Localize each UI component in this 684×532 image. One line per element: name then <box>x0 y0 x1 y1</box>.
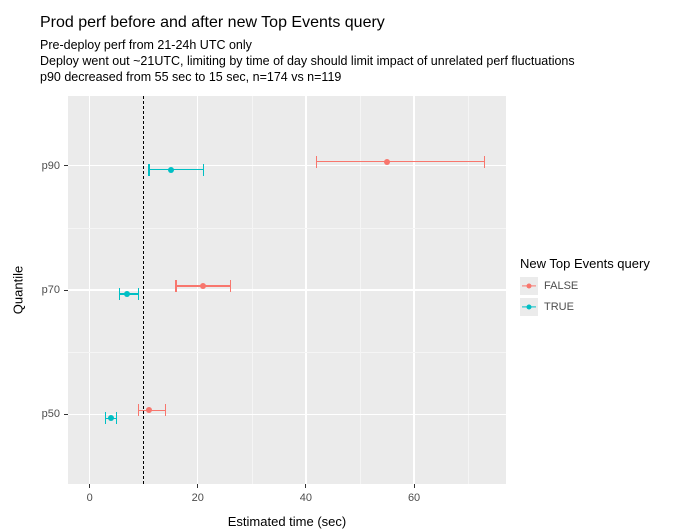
errorbar-cap <box>203 164 204 176</box>
y-tick <box>64 290 68 291</box>
errorbar-TRUE-p90 <box>149 169 203 170</box>
errorbar-cap <box>119 288 120 300</box>
legend-title: New Top Events query <box>520 256 650 271</box>
y-tick-label: p50 <box>38 408 60 420</box>
y-tick <box>64 414 68 415</box>
reference-vline <box>143 96 144 484</box>
errorbar-cap <box>175 280 176 292</box>
point-FALSE-p50 <box>146 407 152 413</box>
legend: New Top Events query FALSE TRUE <box>520 256 650 319</box>
errorbar-cap <box>105 412 106 424</box>
grid-major-h <box>68 289 506 290</box>
point-TRUE-p90 <box>168 167 174 173</box>
legend-item-false: FALSE <box>520 277 650 295</box>
y-tick <box>64 165 68 166</box>
y-tick-label: p90 <box>38 160 60 172</box>
legend-key-icon <box>520 277 538 295</box>
errorbar-cap <box>138 288 139 300</box>
errorbar-cap <box>138 404 139 416</box>
x-axis-label: Estimated time (sec) <box>228 514 346 529</box>
chart-root: Prod perf before and after new Top Event… <box>0 0 684 532</box>
errorbar-cap <box>148 164 149 176</box>
chart-subtitle-1: Pre-deploy perf from 21-24h UTC only <box>40 38 252 52</box>
x-tick-label: 40 <box>300 492 312 504</box>
errorbar-cap <box>316 156 317 168</box>
grid-major-h <box>68 414 506 415</box>
errorbar-cap <box>230 280 231 292</box>
y-axis-label: Quantile <box>11 266 26 314</box>
x-tick <box>89 484 90 488</box>
errorbar-cap <box>165 404 166 416</box>
legend-key-icon <box>520 298 538 316</box>
x-tick <box>305 484 306 488</box>
x-tick-label: 0 <box>87 492 93 504</box>
x-tick <box>197 484 198 488</box>
errorbar-cap <box>116 412 117 424</box>
legend-label: TRUE <box>544 301 574 313</box>
x-tick-label: 20 <box>192 492 204 504</box>
chart-subtitle-2: Deploy went out ~21UTC, limiting by time… <box>40 54 575 68</box>
legend-label: FALSE <box>544 280 578 292</box>
x-tick-label: 60 <box>408 492 420 504</box>
grid-major-h <box>68 165 506 166</box>
grid-minor-h <box>68 228 506 229</box>
errorbar-FALSE-p90 <box>317 161 485 162</box>
chart-title: Prod perf before and after new Top Event… <box>40 14 385 32</box>
plot-panel <box>68 96 506 484</box>
point-FALSE-p70 <box>200 283 206 289</box>
errorbar-cap <box>484 156 485 168</box>
point-FALSE-p90 <box>384 159 390 165</box>
grid-minor-h <box>68 352 506 353</box>
legend-item-true: TRUE <box>520 298 650 316</box>
x-tick <box>414 484 415 488</box>
point-TRUE-p50 <box>108 415 114 421</box>
point-TRUE-p70 <box>124 291 130 297</box>
y-tick-label: p70 <box>38 284 60 296</box>
chart-subtitle-3: p90 decreased from 55 sec to 15 sec, n=1… <box>40 70 341 84</box>
